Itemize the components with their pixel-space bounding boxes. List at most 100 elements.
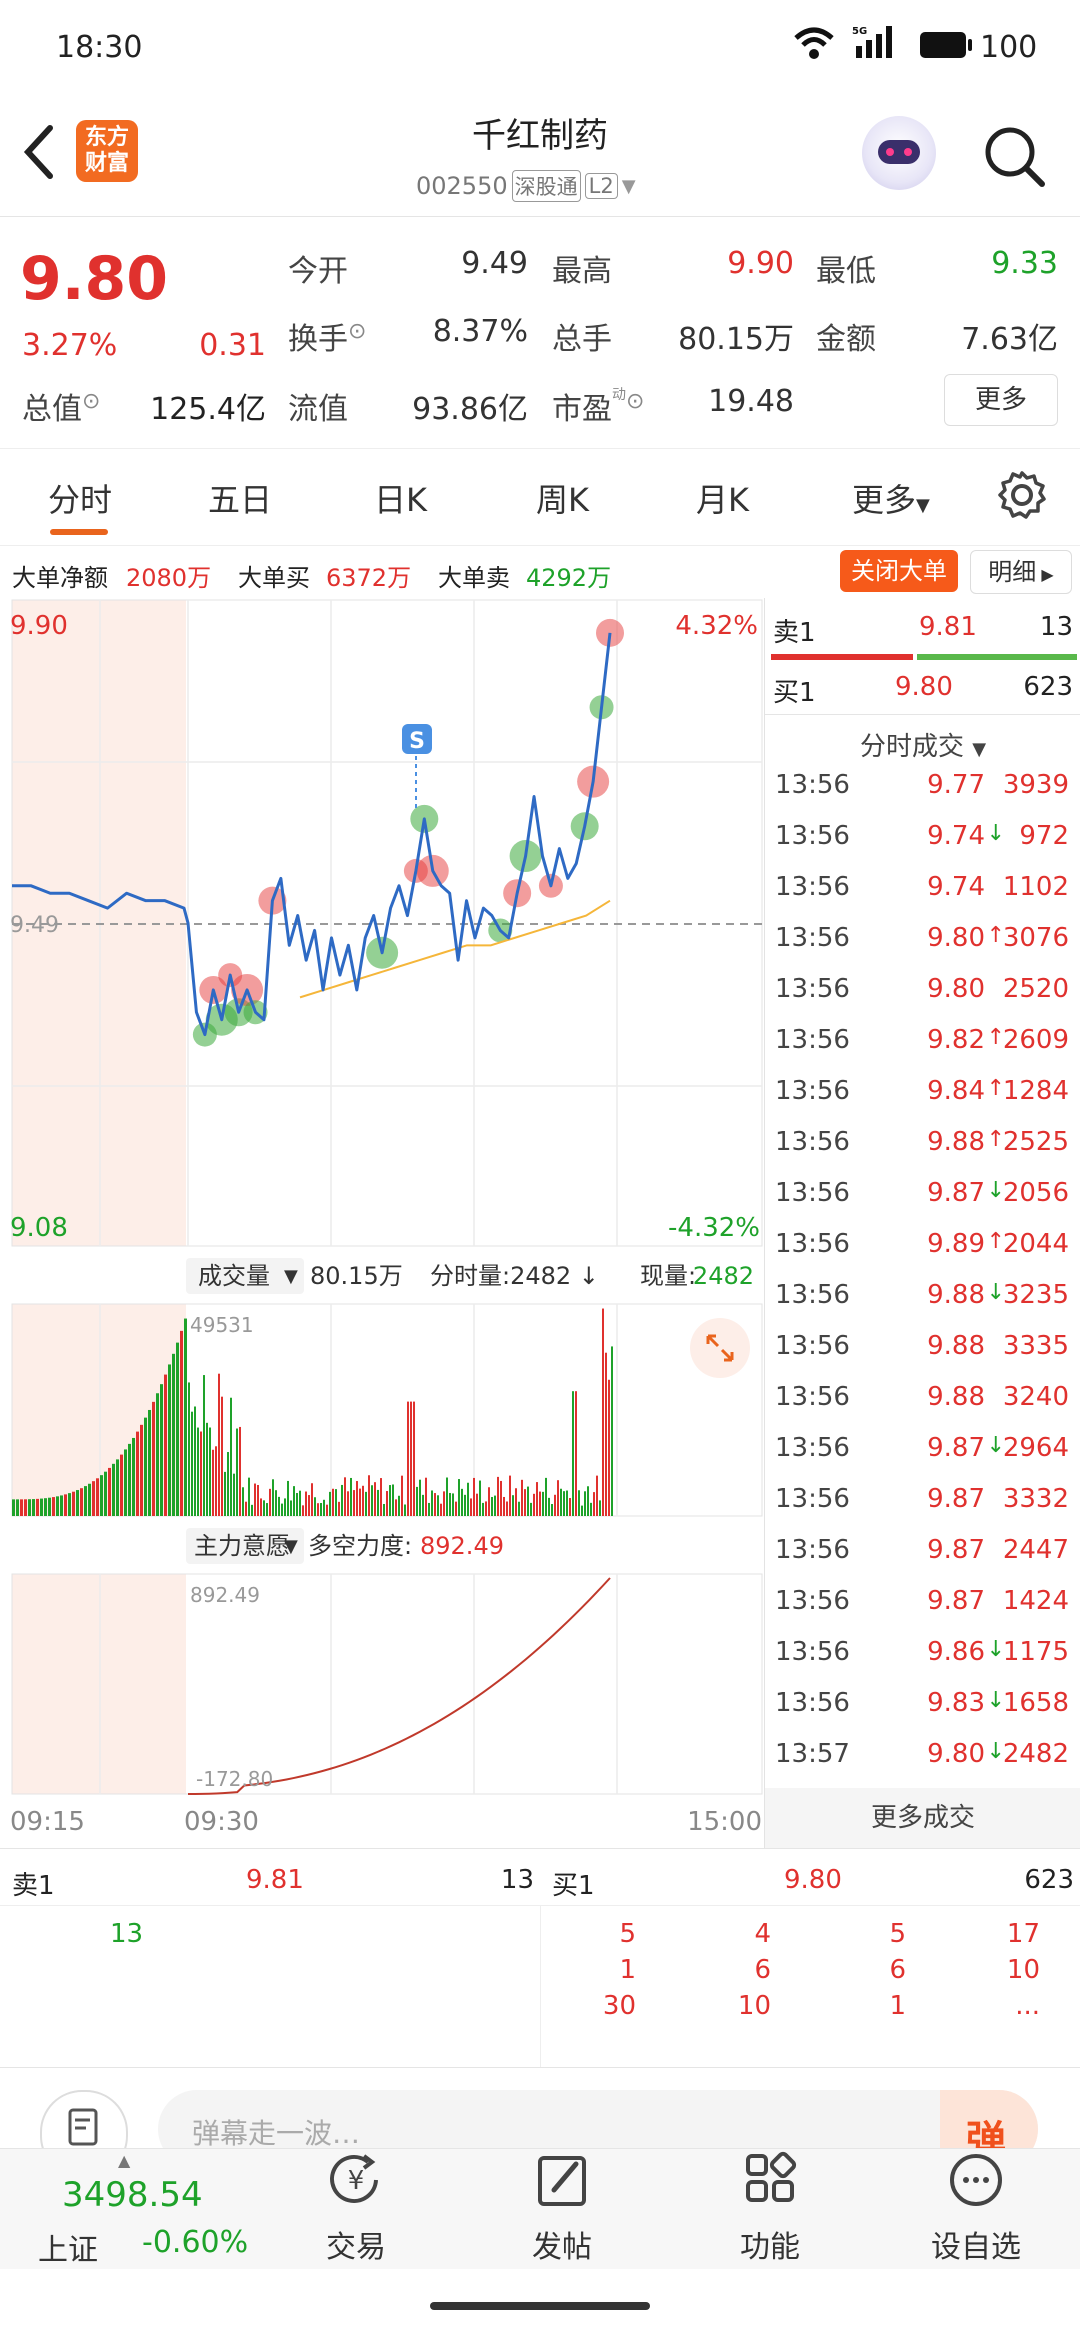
index-expand-arrow-icon[interactable]: ▲ <box>118 2151 130 2170</box>
quote-panel: 9.80 3.27% 0.31 总值⊙ 125.4亿 今开 9.49 换手⊙ 8… <box>0 218 1080 446</box>
trade-time: 13:56 <box>775 1076 850 1106</box>
tab-monthly-k[interactable]: 月K <box>696 475 749 521</box>
ob-sell1-vol: 13 <box>500 1865 534 1895</box>
volume-bar <box>473 1477 475 1516</box>
trade-row: 13:56 9.82 ↑ 2609 <box>765 1025 1077 1076</box>
big-sell-label: 大单卖 <box>438 564 510 592</box>
volume-bar <box>590 1502 592 1516</box>
expand-button[interactable] <box>690 1318 750 1378</box>
pe-label[interactable]: 市盈动⊙ <box>552 384 644 428</box>
tab-daily-k[interactable]: 日K <box>374 475 427 521</box>
volume-bar <box>584 1491 586 1516</box>
volume-bar <box>248 1477 250 1516</box>
total-volume-label: 总手 <box>552 322 612 357</box>
volume-bar <box>227 1452 229 1516</box>
volume-bar <box>560 1488 562 1516</box>
order-book: 卖1 9.81 13 买1 9.80 623 13 5 4 5 17 1 6 6 10 30 10… <box>0 1848 1080 2068</box>
volume-bar <box>548 1497 550 1516</box>
volume-bar <box>92 1481 95 1516</box>
nav-functions[interactable]: 功能 <box>700 2150 840 2266</box>
volume-bar <box>287 1480 289 1516</box>
tab-more[interactable]: 更多▼ <box>852 475 930 521</box>
nav-trade[interactable]: ¥ 交易 <box>286 2150 426 2266</box>
volume-bar <box>500 1480 502 1516</box>
info-circle-icon: ⊙ <box>626 389 645 414</box>
detail-button[interactable]: 明细 ▶ <box>970 550 1072 594</box>
volume-bar <box>96 1478 99 1516</box>
trade-time: 13:56 <box>775 770 850 800</box>
cellular-signal-icon: 5G <box>852 24 900 64</box>
turnover-label[interactable]: 换手⊙ <box>288 314 366 358</box>
volume-bar <box>254 1483 256 1516</box>
trade-price: 9.86 <box>927 1637 985 1667</box>
index-value[interactable]: 3498.54 <box>62 2175 203 2215</box>
volume-bar <box>482 1502 484 1516</box>
volume-bar <box>180 1330 183 1516</box>
nav-post[interactable]: 发帖 <box>492 2150 632 2266</box>
volume-bar <box>515 1488 517 1516</box>
volume-bar <box>108 1467 111 1516</box>
tab-weekly-k[interactable]: 周K <box>536 475 589 521</box>
tab-five-day[interactable]: 五日 <box>208 475 272 521</box>
volume-bar <box>356 1481 358 1516</box>
robot-assistant-icon[interactable] <box>862 116 936 190</box>
total-value-label[interactable]: 总值⊙ <box>22 384 100 428</box>
triangle-right-icon: ▶ <box>1036 565 1054 584</box>
close-big-order-button[interactable]: 关闭大单 <box>840 550 958 592</box>
danmaku-button[interactable]: 弹 <box>940 2090 1038 2148</box>
volume-bar <box>24 1499 27 1516</box>
volume-bar <box>494 1495 496 1516</box>
trade-volume: 2525 <box>1002 1127 1069 1157</box>
volume-bar <box>191 1411 193 1516</box>
volume-bar <box>536 1482 538 1516</box>
volume-bar <box>136 1431 139 1516</box>
volume-bar <box>168 1364 171 1516</box>
volume-bar <box>28 1499 31 1516</box>
trade-volume: 3235 <box>1002 1280 1069 1310</box>
minute-trades-list[interactable]: 13:56 9.77 3939 13:56 9.74 ↓ 972 13:56 9.74 1102 1… <box>765 770 1080 1794</box>
current-volume-label: 现量: <box>640 1262 696 1290</box>
more-quote-button[interactable]: 更多 <box>944 374 1058 426</box>
volume-bar <box>242 1487 244 1516</box>
more-trades-button[interactable]: 更多成交 <box>765 1788 1080 1848</box>
trade-price: 9.83 <box>927 1688 985 1718</box>
trade-price: 9.77 <box>927 770 985 800</box>
volume-bar <box>530 1502 532 1516</box>
volume-bar <box>602 1308 604 1516</box>
stock-code-row[interactable]: 002550 深股通 L2 ▼ <box>416 170 636 202</box>
trade-row: 13:56 9.89 ↑ 2044 <box>765 1229 1077 1280</box>
intent-line <box>187 1577 611 1795</box>
volume-bar <box>266 1503 268 1516</box>
trade-row: 13:56 9.80 ↑ 3076 <box>765 923 1077 974</box>
battery-icon <box>918 30 974 64</box>
note-icon[interactable] <box>40 2090 128 2148</box>
ob-column-divider <box>540 1905 541 2067</box>
comment-input[interactable]: 弹幕走一波… 弹 <box>158 2090 1038 2148</box>
volume-bar <box>269 1488 271 1516</box>
trade-volume: 2044 <box>1002 1229 1069 1259</box>
volume-bar <box>569 1498 571 1516</box>
volume-bar <box>245 1501 247 1516</box>
ob-buy-queue-item: 10 <box>737 1991 771 2021</box>
volume-bar <box>461 1488 463 1516</box>
tab-intraday[interactable]: 分时 <box>48 475 112 521</box>
power-label: 多空力度: <box>308 1532 412 1560</box>
high-value: 9.90 <box>727 246 794 281</box>
gear-icon[interactable] <box>996 469 1048 525</box>
volume-bar <box>401 1475 403 1516</box>
intraday-chart[interactable]: 9.90 9.08 9.49 4.32% -4.32% S 成交量 ▼ 80.1… <box>0 598 764 1838</box>
volume-bar <box>503 1496 505 1516</box>
trade-volume: 2447 <box>1002 1535 1069 1565</box>
trade-direction-icon: ↓ <box>986 821 1005 846</box>
search-icon[interactable] <box>982 124 1048 194</box>
volume-bar <box>512 1495 514 1516</box>
ob-buy-queue-item: ... <box>1015 1991 1040 2021</box>
trade-row: 13:56 9.74 ↓ 972 <box>765 821 1077 872</box>
grid-icon <box>746 2151 797 2202</box>
volume-bar <box>144 1417 147 1516</box>
trade-row: 13:56 9.83 ↓ 1658 <box>765 1688 1077 1739</box>
nav-add-watchlist[interactable]: 设自选 <box>906 2150 1046 2266</box>
volume-bar <box>16 1499 19 1516</box>
minute-trades-title[interactable]: 分时成交 ▼ <box>765 726 1080 763</box>
volume-bar <box>335 1489 337 1516</box>
